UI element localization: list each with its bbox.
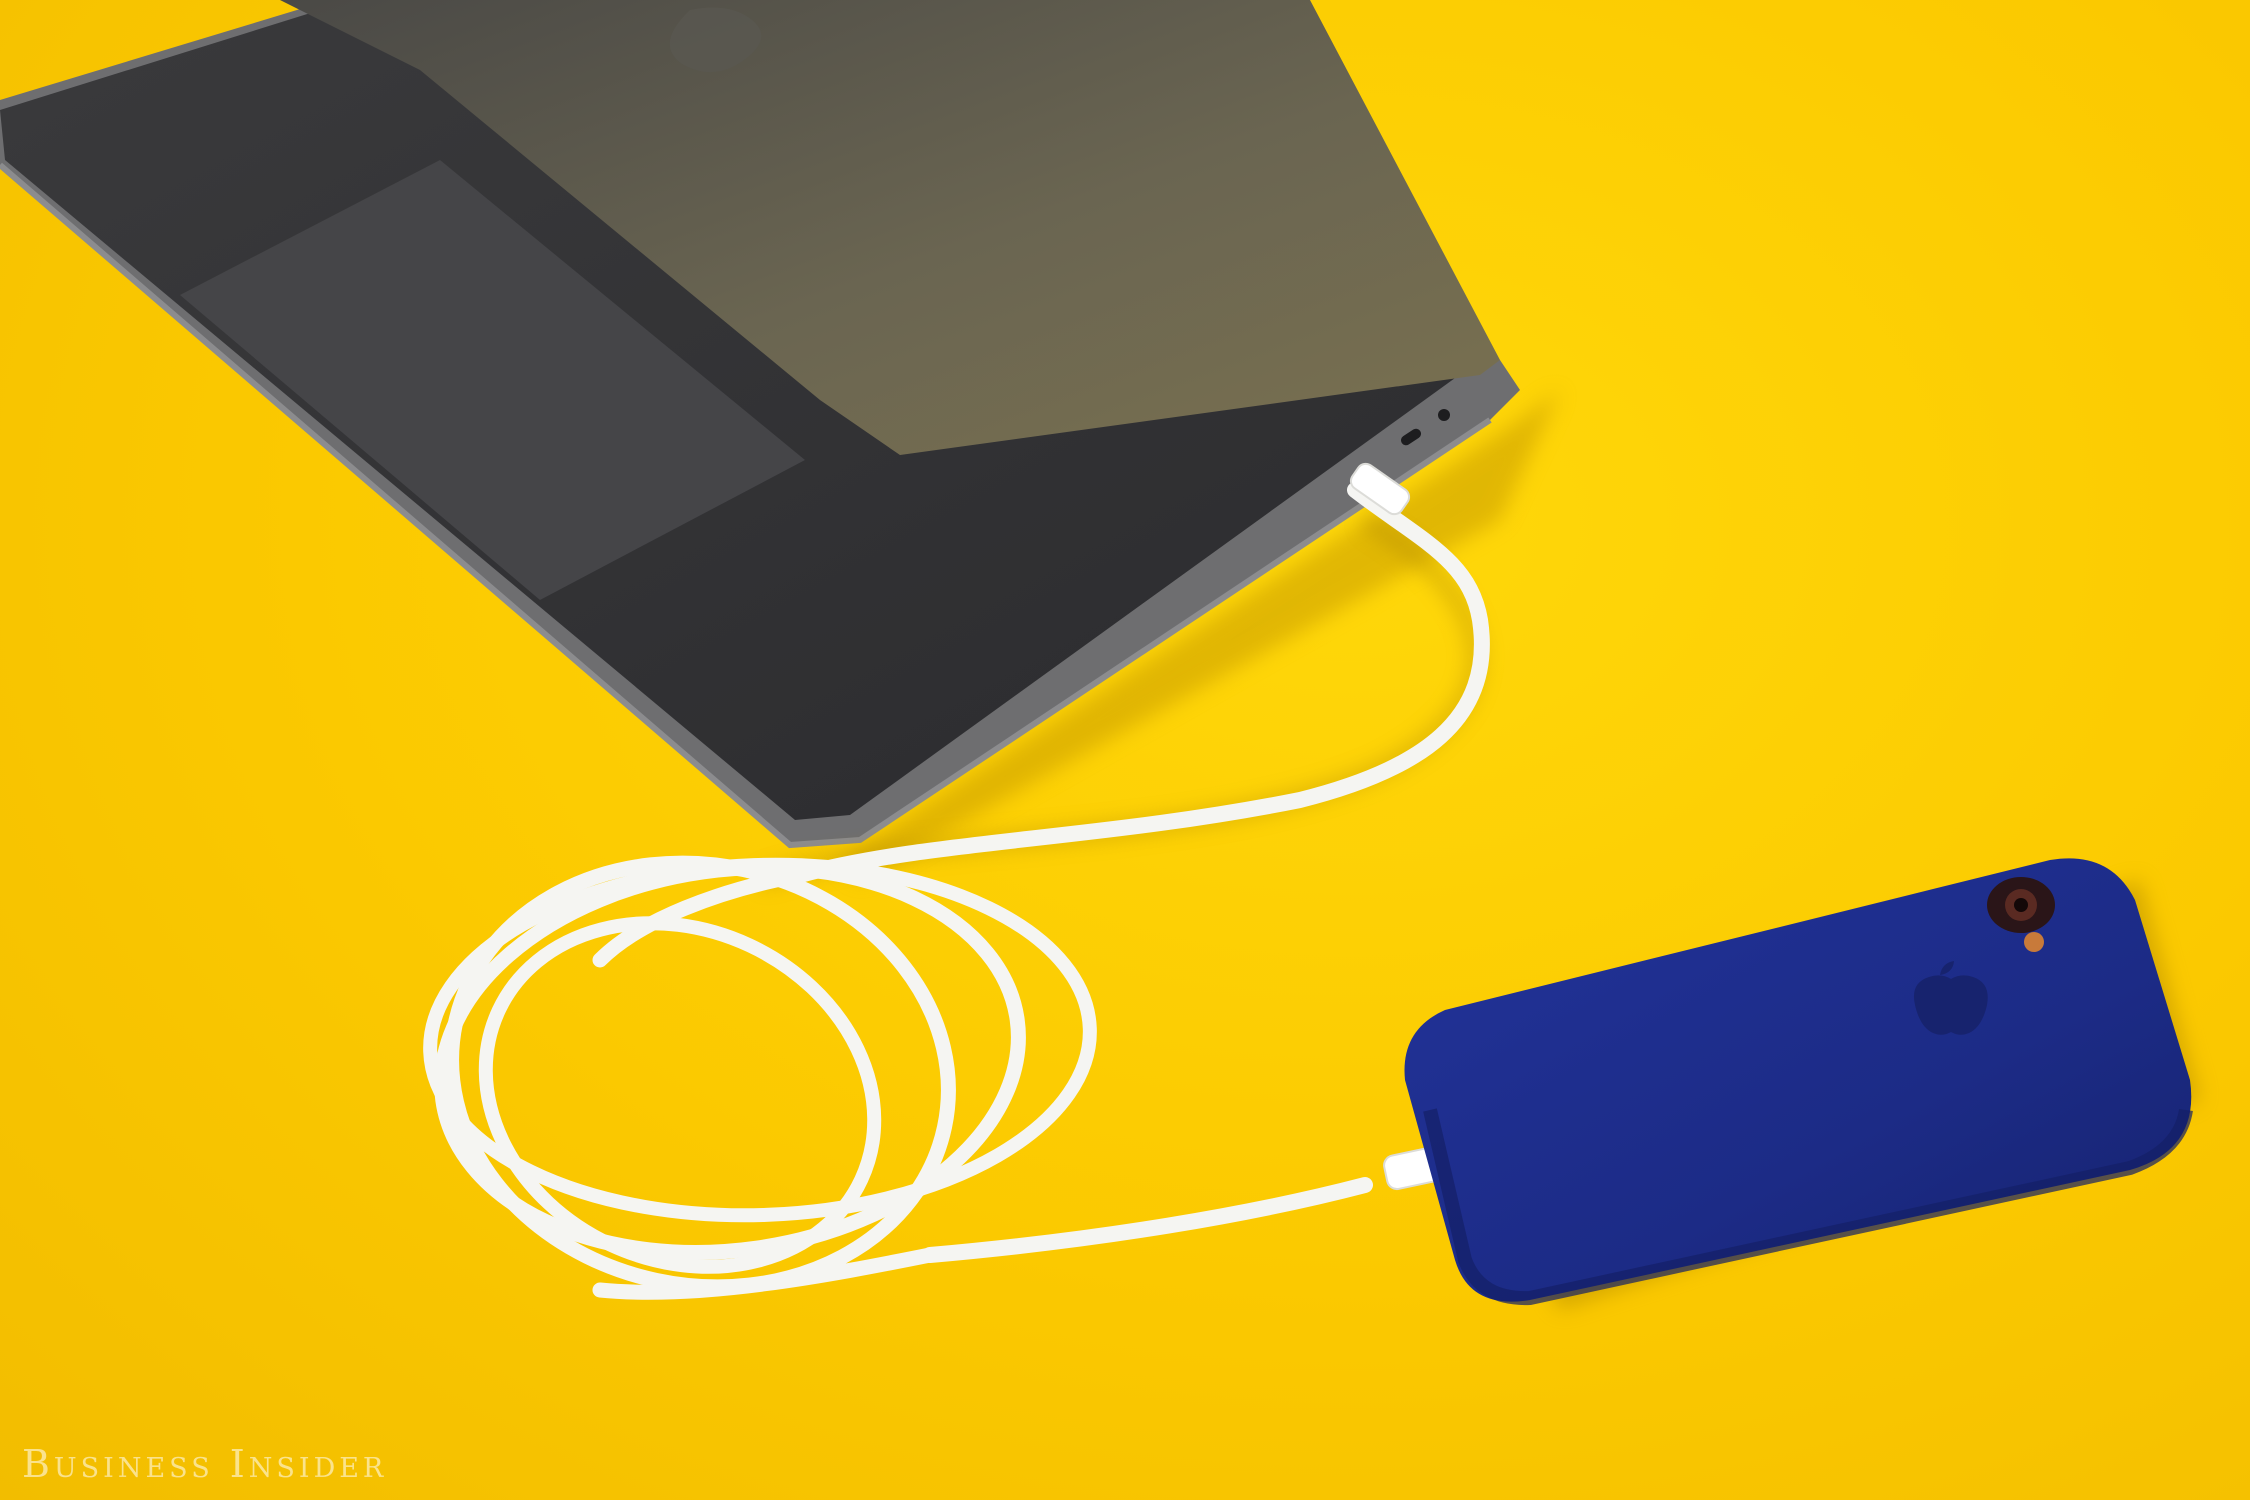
photo-scene: Business Insider <box>0 0 2250 1500</box>
laptop <box>0 0 1520 849</box>
flash-icon <box>2024 932 2044 952</box>
headphone-port <box>1438 409 1450 421</box>
iphone-in-case <box>1404 858 2193 1306</box>
photo-illustration <box>0 0 2200 1310</box>
watermark-text: Business Insider <box>22 1442 388 1486</box>
